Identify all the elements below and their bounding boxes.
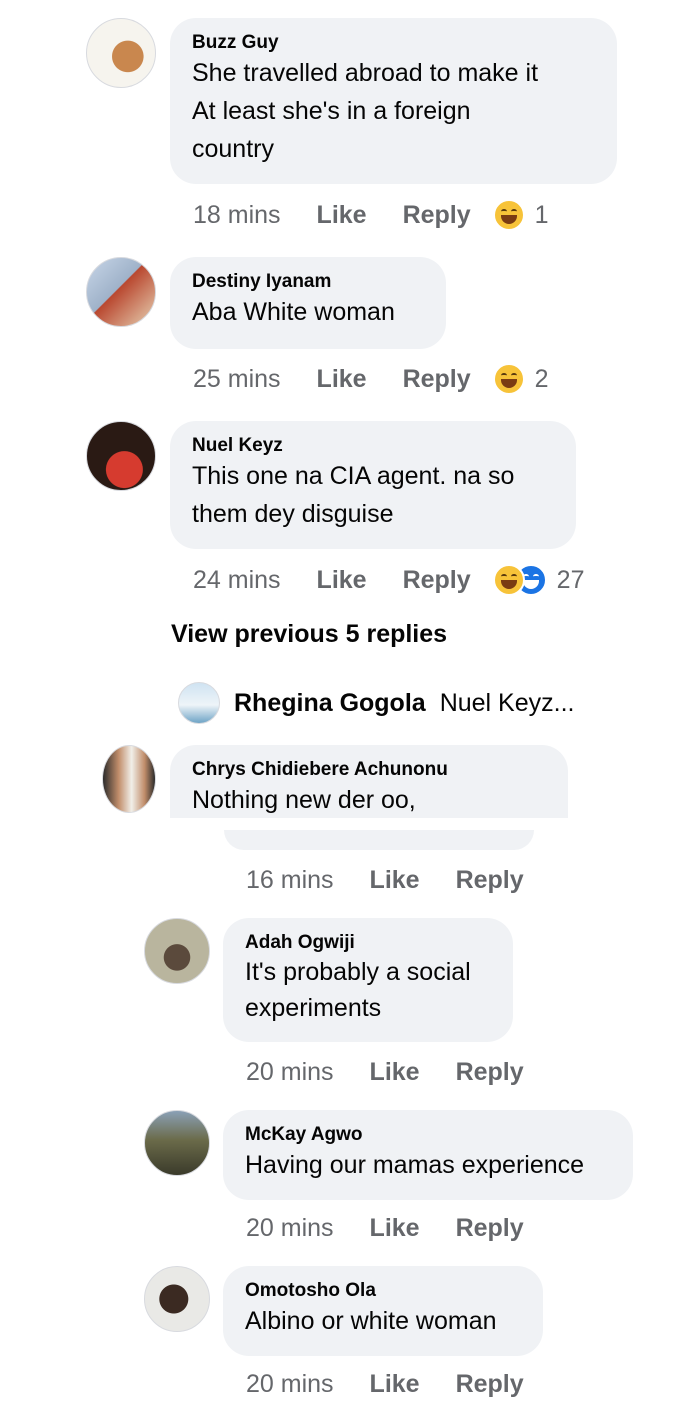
- reply-button[interactable]: Reply: [456, 1058, 524, 1087]
- like-button[interactable]: Like: [370, 1058, 420, 1087]
- commenter-name[interactable]: Nuel Keyz: [192, 435, 554, 457]
- avatar[interactable]: [86, 257, 156, 327]
- haha-reaction-icon: [492, 564, 525, 596]
- avatar[interactable]: [102, 745, 156, 813]
- comment-text: them dey disguise: [192, 500, 394, 528]
- comment-text: country: [192, 135, 274, 163]
- reaction-count: 2: [534, 364, 549, 393]
- reply-button[interactable]: Reply: [456, 866, 524, 895]
- comment-bubble: Destiny Iyanam Aba White woman: [170, 257, 446, 349]
- comment-actions: 20 mins Like Reply: [246, 1054, 524, 1090]
- comment-text: Albino or white woman: [245, 1307, 497, 1335]
- reply-button[interactable]: Reply: [403, 201, 471, 230]
- like-button[interactable]: Like: [317, 201, 367, 230]
- comment-actions: 18 mins Like Reply 1: [193, 197, 549, 233]
- like-button[interactable]: Like: [370, 1370, 420, 1399]
- comment-bubble-bottom: [224, 830, 534, 850]
- commenter-name[interactable]: McKay Agwo: [245, 1124, 611, 1146]
- comment-actions: 25 mins Like Reply 2: [193, 361, 549, 397]
- commenter-name[interactable]: Chrys Chidiebere Achunonu: [192, 759, 546, 781]
- timestamp[interactable]: 20 mins: [246, 1370, 334, 1399]
- reaction-count: 27: [556, 565, 585, 594]
- timestamp[interactable]: 20 mins: [246, 1058, 334, 1087]
- reply-button[interactable]: Reply: [403, 365, 471, 394]
- reaction-count: 1: [534, 200, 549, 229]
- comment-actions: 16 mins Like Reply: [246, 862, 524, 898]
- comment-actions: 24 mins Like Reply 27: [193, 562, 584, 598]
- comment-text: Aba White woman: [192, 298, 395, 326]
- like-button[interactable]: Like: [370, 1214, 420, 1243]
- avatar[interactable]: [144, 1266, 210, 1332]
- avatar[interactable]: [144, 1110, 210, 1176]
- timestamp[interactable]: 20 mins: [246, 1214, 334, 1243]
- reply-button[interactable]: Reply: [456, 1370, 524, 1399]
- comment-text: She travelled abroad to make it: [192, 59, 539, 87]
- reply-preview-name[interactable]: Rhegina Gogola: [234, 689, 426, 718]
- reaction-summary[interactable]: 2: [492, 363, 549, 395]
- avatar[interactable]: [86, 18, 156, 88]
- comment-text: experiments: [245, 994, 382, 1022]
- comment-bubble: Nuel Keyz This one na CIA agent. na so t…: [170, 421, 576, 549]
- comment-bubble: Buzz Guy She travelled abroad to make it…: [170, 18, 617, 184]
- comment-text: This one na CIA agent. na so: [192, 462, 515, 490]
- reply-bubble: Omotosho Ola Albino or white woman: [223, 1266, 543, 1356]
- like-button[interactable]: Like: [370, 866, 420, 895]
- reply-preview-text: Nuel Keyz...: [439, 688, 575, 717]
- timestamp[interactable]: 16 mins: [246, 866, 334, 895]
- haha-reaction-icon: [492, 363, 525, 395]
- avatar[interactable]: [178, 682, 220, 724]
- comment-actions: 20 mins Like Reply: [246, 1210, 524, 1246]
- like-button[interactable]: Like: [317, 566, 367, 595]
- avatar[interactable]: [144, 918, 210, 984]
- reply-bubble: McKay Agwo Having our mamas experience: [223, 1110, 633, 1200]
- comment-text: Nothing new der oo,: [192, 786, 416, 814]
- haha-reaction-icon: [492, 199, 525, 231]
- timestamp[interactable]: 18 mins: [193, 201, 281, 230]
- like-button[interactable]: Like: [317, 365, 367, 394]
- avatar[interactable]: [86, 421, 156, 491]
- comment-actions: 20 mins Like Reply: [246, 1366, 524, 1402]
- comment-text: At least she's in a foreign: [192, 97, 471, 125]
- reply-button[interactable]: Reply: [403, 566, 471, 595]
- commenter-name[interactable]: Buzz Guy: [192, 32, 595, 54]
- commenter-name[interactable]: Adah Ogwiji: [245, 932, 491, 954]
- view-previous-replies-link[interactable]: View previous 5 replies: [171, 620, 447, 649]
- comment-text: It's probably a social: [245, 958, 471, 986]
- commenter-name[interactable]: Destiny Iyanam: [192, 271, 424, 293]
- timestamp[interactable]: 25 mins: [193, 365, 281, 394]
- reaction-summary[interactable]: 27: [492, 564, 585, 596]
- timestamp[interactable]: 24 mins: [193, 566, 281, 595]
- commenter-name[interactable]: Omotosho Ola: [245, 1280, 521, 1302]
- reply-preview[interactable]: Rhegina Gogola Nuel Keyz...: [178, 682, 574, 724]
- reply-button[interactable]: Reply: [456, 1214, 524, 1243]
- reaction-summary[interactable]: 1: [492, 199, 549, 231]
- reply-bubble: Adah Ogwiji It's probably a social exper…: [223, 918, 513, 1042]
- comment-text: Having our mamas experience: [245, 1151, 585, 1179]
